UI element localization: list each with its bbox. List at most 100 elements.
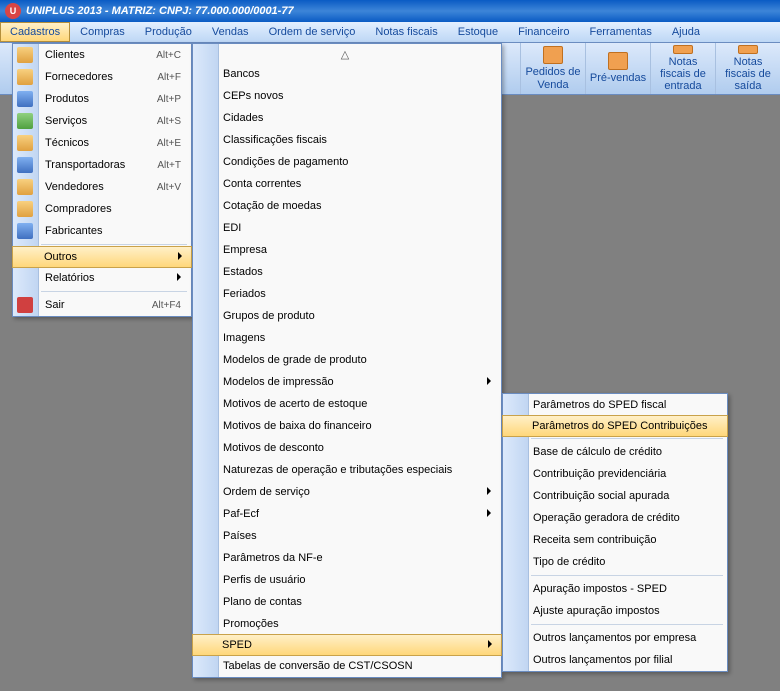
menu-item[interactable]: Promoções <box>193 613 501 635</box>
menu-item[interactable]: Motivos de acerto de estoque <box>193 393 501 415</box>
menu-item-shortcut: Alt+V <box>157 182 181 193</box>
menu-item[interactable]: SPED <box>192 634 502 656</box>
menubar-item-compras[interactable]: Compras <box>70 22 135 42</box>
menubar-item-financeiro[interactable]: Financeiro <box>508 22 579 42</box>
scroll-up-indicator[interactable]: △ <box>193 44 501 63</box>
menu-item[interactable]: Motivos de desconto <box>193 437 501 459</box>
toolbar-icon <box>738 45 758 54</box>
menu-item[interactable]: Estados <box>193 261 501 283</box>
menu-item[interactable]: ServiçosAlt+S <box>13 110 191 132</box>
submenu-arrow-icon <box>178 251 182 263</box>
menu-item[interactable]: Parâmetros da NF-e <box>193 547 501 569</box>
menu-item-label: Vendedores <box>45 181 104 193</box>
menu-item[interactable]: Tipo de crédito <box>503 551 727 573</box>
menu-item[interactable]: Contribuição social apurada <box>503 485 727 507</box>
menu-item[interactable]: Ordem de serviço <box>193 481 501 503</box>
toolbar-button[interactable]: Pré-vendas <box>585 43 650 94</box>
menu-item[interactable]: Países <box>193 525 501 547</box>
menu-item[interactable]: TransportadorasAlt+T <box>13 154 191 176</box>
menu-item[interactable]: Bancos <box>193 63 501 85</box>
menu-item[interactable]: Fabricantes <box>13 220 191 242</box>
menu-item[interactable]: Outros lançamentos por filial <box>503 649 727 671</box>
toolbar-icon <box>608 52 628 70</box>
menubar-item-produção[interactable]: Produção <box>135 22 202 42</box>
menu-separator <box>531 624 723 625</box>
menu-item[interactable]: EDI <box>193 217 501 239</box>
menu-item[interactable]: Imagens <box>193 327 501 349</box>
menu-item[interactable]: Empresa <box>193 239 501 261</box>
menu-item-label: SPED <box>222 639 252 651</box>
menu-item-shortcut: Alt+F <box>157 72 181 83</box>
menu-item[interactable]: Classificações fiscais <box>193 129 501 151</box>
toolbar-icon <box>673 45 693 54</box>
menu-item-label: Compradores <box>45 203 112 215</box>
menu-item[interactable]: Operação geradora de crédito <box>503 507 727 529</box>
menu-item-label: Clientes <box>45 49 85 61</box>
menubar-item-vendas[interactable]: Vendas <box>202 22 259 42</box>
menu-item-shortcut: Alt+F4 <box>152 300 181 311</box>
menu-item-icon <box>17 135 33 151</box>
menu-item[interactable]: Modelos de grade de produto <box>193 349 501 371</box>
menu-item[interactable]: Contribuição previdenciária <box>503 463 727 485</box>
menu-item-label: Paf-Ecf <box>223 508 259 520</box>
menu-item[interactable]: Grupos de produto <box>193 305 501 327</box>
menu-item[interactable]: Receita sem contribuição <box>503 529 727 551</box>
menu-item[interactable]: Cotação de moedas <box>193 195 501 217</box>
menu-item-label: Estados <box>223 266 263 278</box>
menu-item[interactable]: Modelos de impressão <box>193 371 501 393</box>
toolbar-label: Pedidos de Venda <box>522 66 584 90</box>
menu-item-label: Técnicos <box>45 137 89 149</box>
menu-item[interactable]: Relatórios <box>13 267 191 289</box>
menubar-item-notas fiscais[interactable]: Notas fiscais <box>365 22 447 42</box>
menu-sped: Parâmetros do SPED fiscalParâmetros do S… <box>502 393 728 672</box>
menu-item-icon <box>17 113 33 129</box>
menu-item[interactable]: Paf-Ecf <box>193 503 501 525</box>
menu-cadastros: ClientesAlt+CFornecedoresAlt+FProdutosAl… <box>12 43 192 317</box>
toolbar-button[interactable]: Notas fiscais de entrada <box>650 43 715 94</box>
menu-item[interactable]: Compradores <box>13 198 191 220</box>
menu-item-icon <box>17 47 33 63</box>
menubar-item-ferramentas[interactable]: Ferramentas <box>579 22 661 42</box>
menu-item[interactable]: Perfis de usuário <box>193 569 501 591</box>
menu-item[interactable]: CEPs novos <box>193 85 501 107</box>
menu-item[interactable]: FornecedoresAlt+F <box>13 66 191 88</box>
menu-item[interactable]: Ajuste apuração impostos <box>503 600 727 622</box>
menu-item[interactable]: Parâmetros do SPED Contribuições <box>502 415 728 437</box>
toolbar-button[interactable]: Notas fiscais de saída <box>715 43 780 94</box>
menu-item[interactable]: SairAlt+F4 <box>13 294 191 316</box>
menu-item[interactable]: Condições de pagamento <box>193 151 501 173</box>
menu-item[interactable]: Apuração impostos - SPED <box>503 578 727 600</box>
menubar-item-estoque[interactable]: Estoque <box>448 22 508 42</box>
toolbar-button[interactable]: Pedidos de Venda <box>520 43 585 94</box>
menu-item[interactable]: Feriados <box>193 283 501 305</box>
menubar-item-cadastros[interactable]: Cadastros <box>0 22 70 42</box>
menu-separator <box>531 438 723 439</box>
menu-item[interactable]: Outros <box>12 246 192 268</box>
menu-item[interactable]: Outros lançamentos por empresa <box>503 627 727 649</box>
menubar-item-ajuda[interactable]: Ajuda <box>662 22 710 42</box>
menu-item[interactable]: ClientesAlt+C <box>13 44 191 66</box>
menu-outros: △ Bancos CEPs novosCidadesClassificações … <box>192 43 502 678</box>
menu-item[interactable]: Cidades <box>193 107 501 129</box>
menu-item-label: Grupos de produto <box>223 310 315 322</box>
menu-item-label: Outros <box>44 251 77 263</box>
menu-item-label: Motivos de desconto <box>223 442 324 454</box>
menu-item-label: Outros lançamentos por filial <box>533 654 672 666</box>
menu-item[interactable]: Motivos de baixa do financeiro <box>193 415 501 437</box>
menubar-item-ordem de serviço[interactable]: Ordem de serviço <box>259 22 366 42</box>
menu-item-label: Bancos <box>223 68 260 80</box>
submenu-arrow-icon <box>487 376 491 388</box>
menubar: CadastrosComprasProduçãoVendasOrdem de s… <box>0 22 780 43</box>
menu-item[interactable]: Conta correntes <box>193 173 501 195</box>
menu-item[interactable]: Base de cálculo de crédito <box>503 441 727 463</box>
menu-item[interactable]: Vendedores Alt+V <box>13 176 191 198</box>
menu-item-icon <box>17 179 33 195</box>
menu-item[interactable]: Naturezas de operação e tributações espe… <box>193 459 501 481</box>
menu-item-label: EDI <box>223 222 241 234</box>
menu-item[interactable]: Parâmetros do SPED fiscal <box>503 394 727 416</box>
menu-item[interactable]: Tabelas de conversão de CST/CSOSN <box>193 655 501 677</box>
menu-item[interactable]: Técnicos Alt+E <box>13 132 191 154</box>
menu-item[interactable]: Plano de contas <box>193 591 501 613</box>
menu-item-shortcut: Alt+E <box>157 138 181 149</box>
menu-item[interactable]: ProdutosAlt+P <box>13 88 191 110</box>
